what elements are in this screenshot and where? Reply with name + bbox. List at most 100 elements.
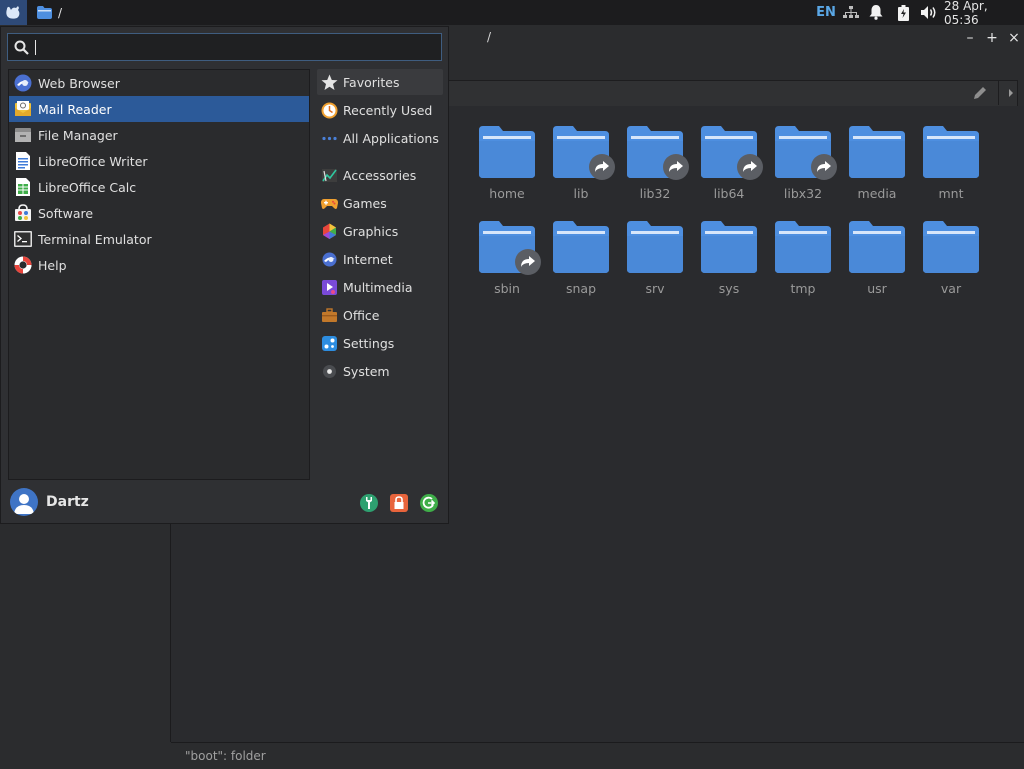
folder-icon [849, 221, 905, 273]
battery-charging-icon[interactable] [893, 0, 913, 25]
favorites-list: Web Browser Mail Reader File Manager Lib… [8, 69, 310, 480]
symlink-arrow-icon [811, 154, 837, 180]
folder-icon [479, 126, 535, 178]
folder-snap[interactable]: snap [545, 221, 617, 311]
symlink-arrow-icon [515, 249, 541, 275]
folder-icon [553, 221, 609, 273]
category-system[interactable]: System [317, 358, 443, 384]
folder-icon [775, 221, 831, 273]
applications-menu-button[interactable] [0, 0, 27, 25]
app-terminal-emulator[interactable]: Terminal Emulator [9, 226, 309, 252]
folder-mnt[interactable]: mnt [915, 126, 987, 216]
help-icon [13, 255, 33, 275]
clock[interactable]: 28 Apr, 05:36 [944, 0, 1022, 27]
folder-icon [701, 221, 757, 273]
app-libreoffice-writer[interactable]: LibreOffice Writer [9, 148, 309, 174]
folder-name: libx32 [783, 186, 823, 201]
symlink-arrow-icon [737, 154, 763, 180]
top-panel: / EN 28 Apr, 05:36 [0, 0, 1024, 27]
volume-icon[interactable] [918, 0, 940, 25]
category-internet[interactable]: Internet [317, 246, 443, 272]
keyboard-layout-indicator[interactable]: EN [813, 0, 839, 25]
lock-screen-button[interactable] [389, 493, 409, 513]
category-games[interactable]: Games [317, 190, 443, 216]
app-file-manager[interactable]: File Manager [9, 122, 309, 148]
folder-name: media [857, 186, 897, 201]
symlink-arrow-icon [663, 154, 689, 180]
folder-var[interactable]: var [915, 221, 987, 311]
taskbar-label: / [58, 5, 63, 20]
settings-manager-button[interactable] [359, 493, 379, 513]
settings-icon [320, 334, 338, 352]
accessories-icon [320, 166, 338, 184]
app-libreoffice-calc[interactable]: LibreOffice Calc [9, 174, 309, 200]
notification-bell-icon[interactable] [866, 0, 886, 25]
file-manager-icon [13, 125, 33, 145]
search-icon [14, 40, 29, 55]
status-text: "boot": folder [185, 749, 266, 763]
folder-name: srv [645, 281, 665, 296]
search-input[interactable] [40, 37, 434, 59]
category-office[interactable]: Office [317, 302, 443, 328]
folder-libx32[interactable]: libx32 [767, 126, 839, 216]
calc-icon [13, 177, 33, 197]
folder-usr[interactable]: usr [841, 221, 913, 311]
folder-media[interactable]: media [841, 126, 913, 216]
text-cursor [35, 40, 36, 55]
folder-sbin[interactable]: sbin [471, 221, 543, 311]
category-settings[interactable]: Settings [317, 330, 443, 356]
folder-name: lib32 [639, 186, 671, 201]
terminal-icon [13, 229, 33, 249]
location-next-button[interactable] [998, 81, 1023, 105]
edit-location-icon[interactable] [972, 85, 988, 101]
logout-icon [420, 494, 438, 512]
app-mail-reader[interactable]: Mail Reader [9, 96, 309, 122]
maximize-button[interactable]: + [984, 30, 1000, 46]
category-all-applications[interactable]: All Applications [317, 125, 443, 151]
username: Dartz [46, 494, 89, 510]
folder-name: lib [573, 186, 589, 201]
network-icon[interactable] [840, 0, 862, 25]
taskbar-file-manager[interactable]: / [37, 4, 62, 21]
writer-icon [13, 151, 33, 171]
window-title: / [487, 30, 492, 44]
briefcase-icon [320, 306, 338, 324]
folder-tmp[interactable]: tmp [767, 221, 839, 311]
category-accessories[interactable]: Accessories [317, 162, 443, 188]
user-row: Dartz [1, 485, 448, 523]
folder-srv[interactable]: srv [619, 221, 691, 311]
gamepad-icon [320, 194, 338, 212]
search-box[interactable] [7, 33, 442, 61]
graphics-icon [320, 222, 338, 240]
lock-icon [390, 494, 408, 512]
folder-sys[interactable]: sys [693, 221, 765, 311]
folder-lib[interactable]: lib [545, 126, 617, 216]
folder-name: sys [718, 281, 740, 296]
folder-icon [849, 126, 905, 178]
category-recently-used[interactable]: Recently Used [317, 97, 443, 123]
folder-home[interactable]: home [471, 126, 543, 216]
close-button[interactable]: × [1006, 30, 1022, 46]
user-avatar-icon [14, 494, 34, 514]
minimize-button[interactable]: – [962, 30, 978, 46]
folder-name: usr [867, 281, 887, 296]
category-favorites[interactable]: Favorites [317, 69, 443, 95]
category-graphics[interactable]: Graphics [317, 218, 443, 244]
app-web-browser[interactable]: Web Browser [9, 70, 309, 96]
folder-lib32[interactable]: lib32 [619, 126, 691, 216]
clock-icon [320, 101, 338, 119]
folder-name: snap [565, 281, 597, 296]
folder-lib64[interactable]: lib64 [693, 126, 765, 216]
log-out-button[interactable] [419, 493, 439, 513]
app-software[interactable]: Software [9, 200, 309, 226]
folder-name: mnt [938, 186, 964, 201]
software-icon [13, 203, 33, 223]
location-bar[interactable] [440, 80, 1018, 108]
folder-icon [923, 221, 979, 273]
category-multimedia[interactable]: Multimedia [317, 274, 443, 300]
folder-name: tmp [790, 281, 816, 296]
applications-menu: Web Browser Mail Reader File Manager Lib… [0, 26, 449, 524]
dots-icon [320, 129, 338, 147]
app-help[interactable]: Help [9, 252, 309, 278]
avatar[interactable] [10, 488, 38, 516]
